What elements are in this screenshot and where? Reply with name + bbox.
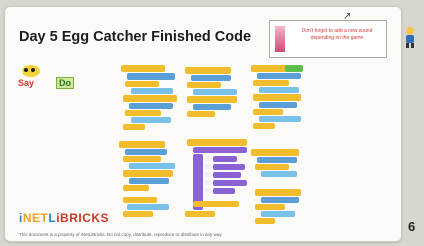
code-block <box>205 180 212 185</box>
code-block <box>205 156 212 161</box>
pen-mark-icon: ↗ <box>343 11 352 22</box>
logo-part: iBRICKS <box>56 211 110 225</box>
annotation-thumbnail <box>275 26 285 52</box>
code-block <box>205 164 212 169</box>
code-block <box>261 197 299 203</box>
code-block <box>259 116 301 122</box>
code-block <box>213 172 241 178</box>
sprite-do-label: Do <box>56 77 74 89</box>
code-block <box>213 180 247 186</box>
annotation-box: Don't forget to add a new sound dependin… <box>269 20 387 58</box>
code-block <box>259 87 299 93</box>
code-block <box>261 171 297 177</box>
code-block <box>129 103 173 109</box>
brand-logo: iNETLiBRICKS <box>19 211 109 225</box>
sprite-say-label: Say <box>18 78 35 88</box>
code-block <box>119 141 165 148</box>
code-block <box>193 104 231 110</box>
code-block <box>251 149 299 156</box>
code-block <box>213 164 245 170</box>
code-block <box>193 147 247 153</box>
code-block <box>213 156 237 162</box>
code-block <box>205 188 212 193</box>
code-block <box>257 73 301 79</box>
code-block <box>129 178 169 184</box>
code-block <box>255 189 301 196</box>
code-block <box>121 65 165 72</box>
footer-disclaimer: This document is a property of iNetLiBri… <box>19 232 223 237</box>
code-block <box>125 81 159 87</box>
logo-part: L <box>48 211 57 225</box>
code-block <box>187 82 221 88</box>
code-block <box>259 102 297 108</box>
code-block <box>253 109 283 115</box>
code-block <box>285 65 303 72</box>
code-block <box>187 139 247 146</box>
code-block <box>191 75 231 81</box>
slide-title: Day 5 Egg Catcher Finished Code <box>19 29 252 45</box>
code-block <box>123 124 145 130</box>
annotation-text: Don't forget to add a new sound dependin… <box>301 28 373 41</box>
slide: Day 5 Egg Catcher Finished Code Don't fo… <box>4 6 414 242</box>
code-block <box>253 80 289 86</box>
code-block <box>185 67 231 74</box>
code-block <box>123 156 161 162</box>
code-block <box>123 170 173 177</box>
code-block <box>255 204 285 210</box>
code-block <box>193 201 239 207</box>
page-number: 6 <box>408 219 416 234</box>
code-block <box>261 211 295 217</box>
code-block <box>123 95 177 102</box>
mascot-icon <box>406 27 414 48</box>
code-block <box>129 163 175 169</box>
code-block <box>187 96 237 103</box>
code-block <box>255 164 289 170</box>
code-block <box>127 73 175 80</box>
code-block <box>193 89 237 95</box>
code-block <box>257 157 297 163</box>
code-block <box>253 94 301 101</box>
scratch-code-blocks <box>115 63 335 231</box>
code-block <box>213 188 235 194</box>
code-block <box>131 117 171 123</box>
code-block <box>131 88 173 94</box>
code-block <box>123 197 157 203</box>
code-block <box>205 172 212 177</box>
logo-part: NET <box>22 211 49 225</box>
code-block <box>127 204 169 210</box>
code-block <box>125 149 167 155</box>
code-block <box>123 185 149 191</box>
code-block <box>185 211 215 217</box>
code-block <box>255 218 275 224</box>
code-block <box>253 123 275 129</box>
code-block <box>123 211 153 217</box>
code-block <box>125 110 161 116</box>
code-block <box>187 111 215 117</box>
